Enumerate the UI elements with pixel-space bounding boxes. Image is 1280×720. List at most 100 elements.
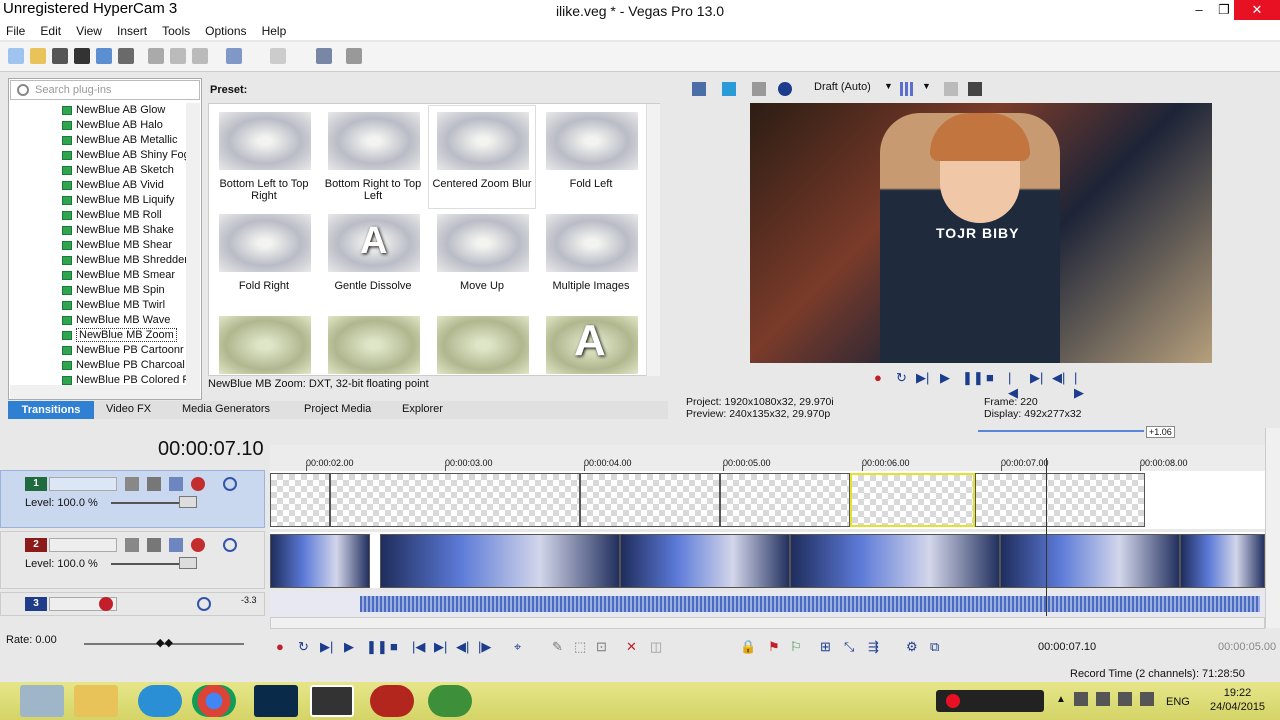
audio-lane-3[interactable] [270, 592, 1265, 616]
preset-item[interactable]: Fold Left [538, 106, 644, 208]
tree-vertical-scrollbar[interactable] [186, 103, 200, 385]
snapping-icon[interactable]: ⊞ [820, 639, 831, 655]
copy-icon[interactable] [170, 48, 186, 64]
preset-vertical-scrollbar[interactable] [646, 104, 660, 376]
render-icon[interactable] [96, 48, 112, 64]
volume-icon[interactable] [1140, 692, 1154, 706]
track-fx-icon[interactable] [191, 538, 205, 552]
tree-item[interactable]: NewBlue MB Wave [10, 313, 186, 328]
loop-icon[interactable]: ↻ [896, 370, 907, 386]
chevron-down-icon[interactable]: ▼ [922, 81, 931, 91]
minimize-button[interactable]: – [1185, 0, 1213, 20]
language-indicator[interactable]: ENG [1166, 696, 1190, 708]
tree-item[interactable]: NewBlue PB Cartoonr [10, 343, 186, 358]
grid-icon[interactable] [900, 82, 914, 96]
copy-snapshot-icon[interactable] [944, 82, 958, 96]
menu-file[interactable]: File [0, 22, 31, 40]
stop-icon[interactable]: ■ [986, 370, 994, 385]
file-explorer-icon[interactable] [74, 685, 118, 717]
track-motion-icon[interactable] [169, 477, 183, 491]
pause-icon[interactable]: ❚❚ [962, 370, 984, 386]
mute-icon[interactable] [223, 538, 237, 552]
envelope-tool-icon[interactable]: ✎ [552, 639, 563, 655]
tree-item[interactable]: NewBlue MB Shear [10, 238, 186, 253]
open-icon[interactable] [30, 48, 46, 64]
rate-slider-thumb[interactable]: ◆◆ [156, 636, 173, 649]
tree-item[interactable]: NewBlue MB Spin [10, 283, 186, 298]
close-button[interactable]: ✕ [1234, 0, 1280, 20]
track-name-field[interactable] [49, 477, 117, 491]
redo-icon[interactable] [270, 48, 286, 64]
media-player-icon[interactable] [370, 685, 414, 717]
preset-item[interactable]: Bottom Left to Top Right [211, 106, 317, 208]
network-icon[interactable] [1096, 692, 1110, 706]
tab-project-media[interactable]: Project Media [304, 403, 371, 415]
go-to-start-icon[interactable]: |◀ [412, 639, 425, 655]
tree-item[interactable]: NewBlue AB Vivid [10, 178, 186, 193]
track-name-field[interactable] [49, 538, 117, 552]
timeline-horizontal-scrollbar[interactable] [270, 617, 1265, 629]
show-hidden-icons[interactable]: ▲ [1056, 694, 1066, 705]
chrome-icon[interactable] [192, 685, 236, 717]
tree-item[interactable]: NewBlue AB Shiny Fog [10, 148, 186, 163]
tab-transitions[interactable]: Transitions [8, 401, 94, 419]
split-screen-icon[interactable] [752, 82, 766, 96]
pause-record-icon[interactable] [946, 694, 960, 708]
cut-icon[interactable] [148, 48, 164, 64]
tree-item[interactable]: NewBlue MB Shake [10, 223, 186, 238]
internet-explorer-icon[interactable] [138, 685, 182, 717]
video-clip[interactable] [790, 534, 1000, 588]
auto-crossfade-icon[interactable]: ⤡ [844, 639, 854, 655]
record-icon[interactable]: ● [874, 370, 882, 385]
preset-item-selected[interactable]: Centered Zoom Blur [429, 106, 535, 208]
video-clip[interactable] [1000, 534, 1180, 588]
play-icon[interactable]: ▶ [344, 639, 354, 655]
taskbar-clock[interactable]: 19:22 24/04/2015 [1210, 686, 1265, 714]
mute-icon[interactable] [223, 477, 237, 491]
selection-tool-icon[interactable]: ⬚ [574, 639, 586, 655]
lock-icon[interactable]: 🔒 [740, 639, 756, 655]
menu-tools[interactable]: Tools [156, 22, 196, 40]
playhead-cursor[interactable] [1046, 458, 1047, 616]
search-input[interactable]: Search plug-ins [10, 80, 200, 100]
photoshop-icon[interactable] [254, 685, 298, 717]
menu-view[interactable]: View [70, 22, 108, 40]
preset-item[interactable]: A [538, 310, 644, 376]
vegas-pro-icon[interactable] [310, 685, 354, 717]
track-header-1[interactable]: 1 Level: 100.0 % [0, 470, 265, 528]
mute-icon[interactable] [197, 597, 211, 611]
arm-record-icon[interactable] [99, 597, 113, 611]
tree-item[interactable]: NewBlue PB Colored Pen [10, 373, 186, 385]
tree-item[interactable]: NewBlue AB Glow [10, 103, 186, 118]
ripple-icon[interactable]: ⇶ [868, 639, 879, 655]
video-clip-selected[interactable] [850, 473, 975, 527]
properties-icon[interactable] [118, 48, 134, 64]
trim-icon[interactable]: ◫ [650, 639, 662, 655]
overlay-icon[interactable] [778, 82, 792, 96]
menu-options[interactable]: Options [199, 22, 252, 40]
level-slider-thumb[interactable] [179, 557, 197, 569]
video-clip[interactable] [720, 473, 850, 527]
flag-icon[interactable] [1074, 692, 1088, 706]
trim-tool-icon[interactable] [316, 48, 332, 64]
preset-item[interactable] [320, 310, 426, 376]
next-frame-icon[interactable]: |▶ [478, 639, 491, 655]
save-as-icon[interactable] [74, 48, 90, 64]
video-clip[interactable] [620, 534, 790, 588]
tree-item-selected[interactable]: NewBlue MB Zoom [10, 328, 186, 343]
tree-item[interactable]: NewBlue MB Twirl [10, 298, 186, 313]
video-clip[interactable] [330, 473, 580, 527]
tree-item[interactable]: NewBlue AB Metallic [10, 133, 186, 148]
tree-item[interactable]: NewBlue MB Shredder [10, 253, 186, 268]
video-clip[interactable] [1180, 534, 1265, 588]
tree-item[interactable]: NewBlue MB Liquify [10, 193, 186, 208]
timeline-vertical-scrollbar[interactable] [1265, 428, 1280, 628]
ignore-grouping-icon[interactable]: ⧉ [930, 639, 939, 655]
preset-item[interactable]: A Gentle Dissolve [320, 208, 426, 310]
tree-horizontal-scrollbar[interactable] [10, 385, 200, 399]
monitor-icon[interactable] [722, 82, 736, 96]
tab-media-generators[interactable]: Media Generators [182, 403, 270, 415]
edit-tool-icon[interactable]: ⌖ [514, 639, 521, 655]
tree-item[interactable]: NewBlue AB Halo [10, 118, 186, 133]
properties-icon[interactable] [692, 82, 706, 96]
